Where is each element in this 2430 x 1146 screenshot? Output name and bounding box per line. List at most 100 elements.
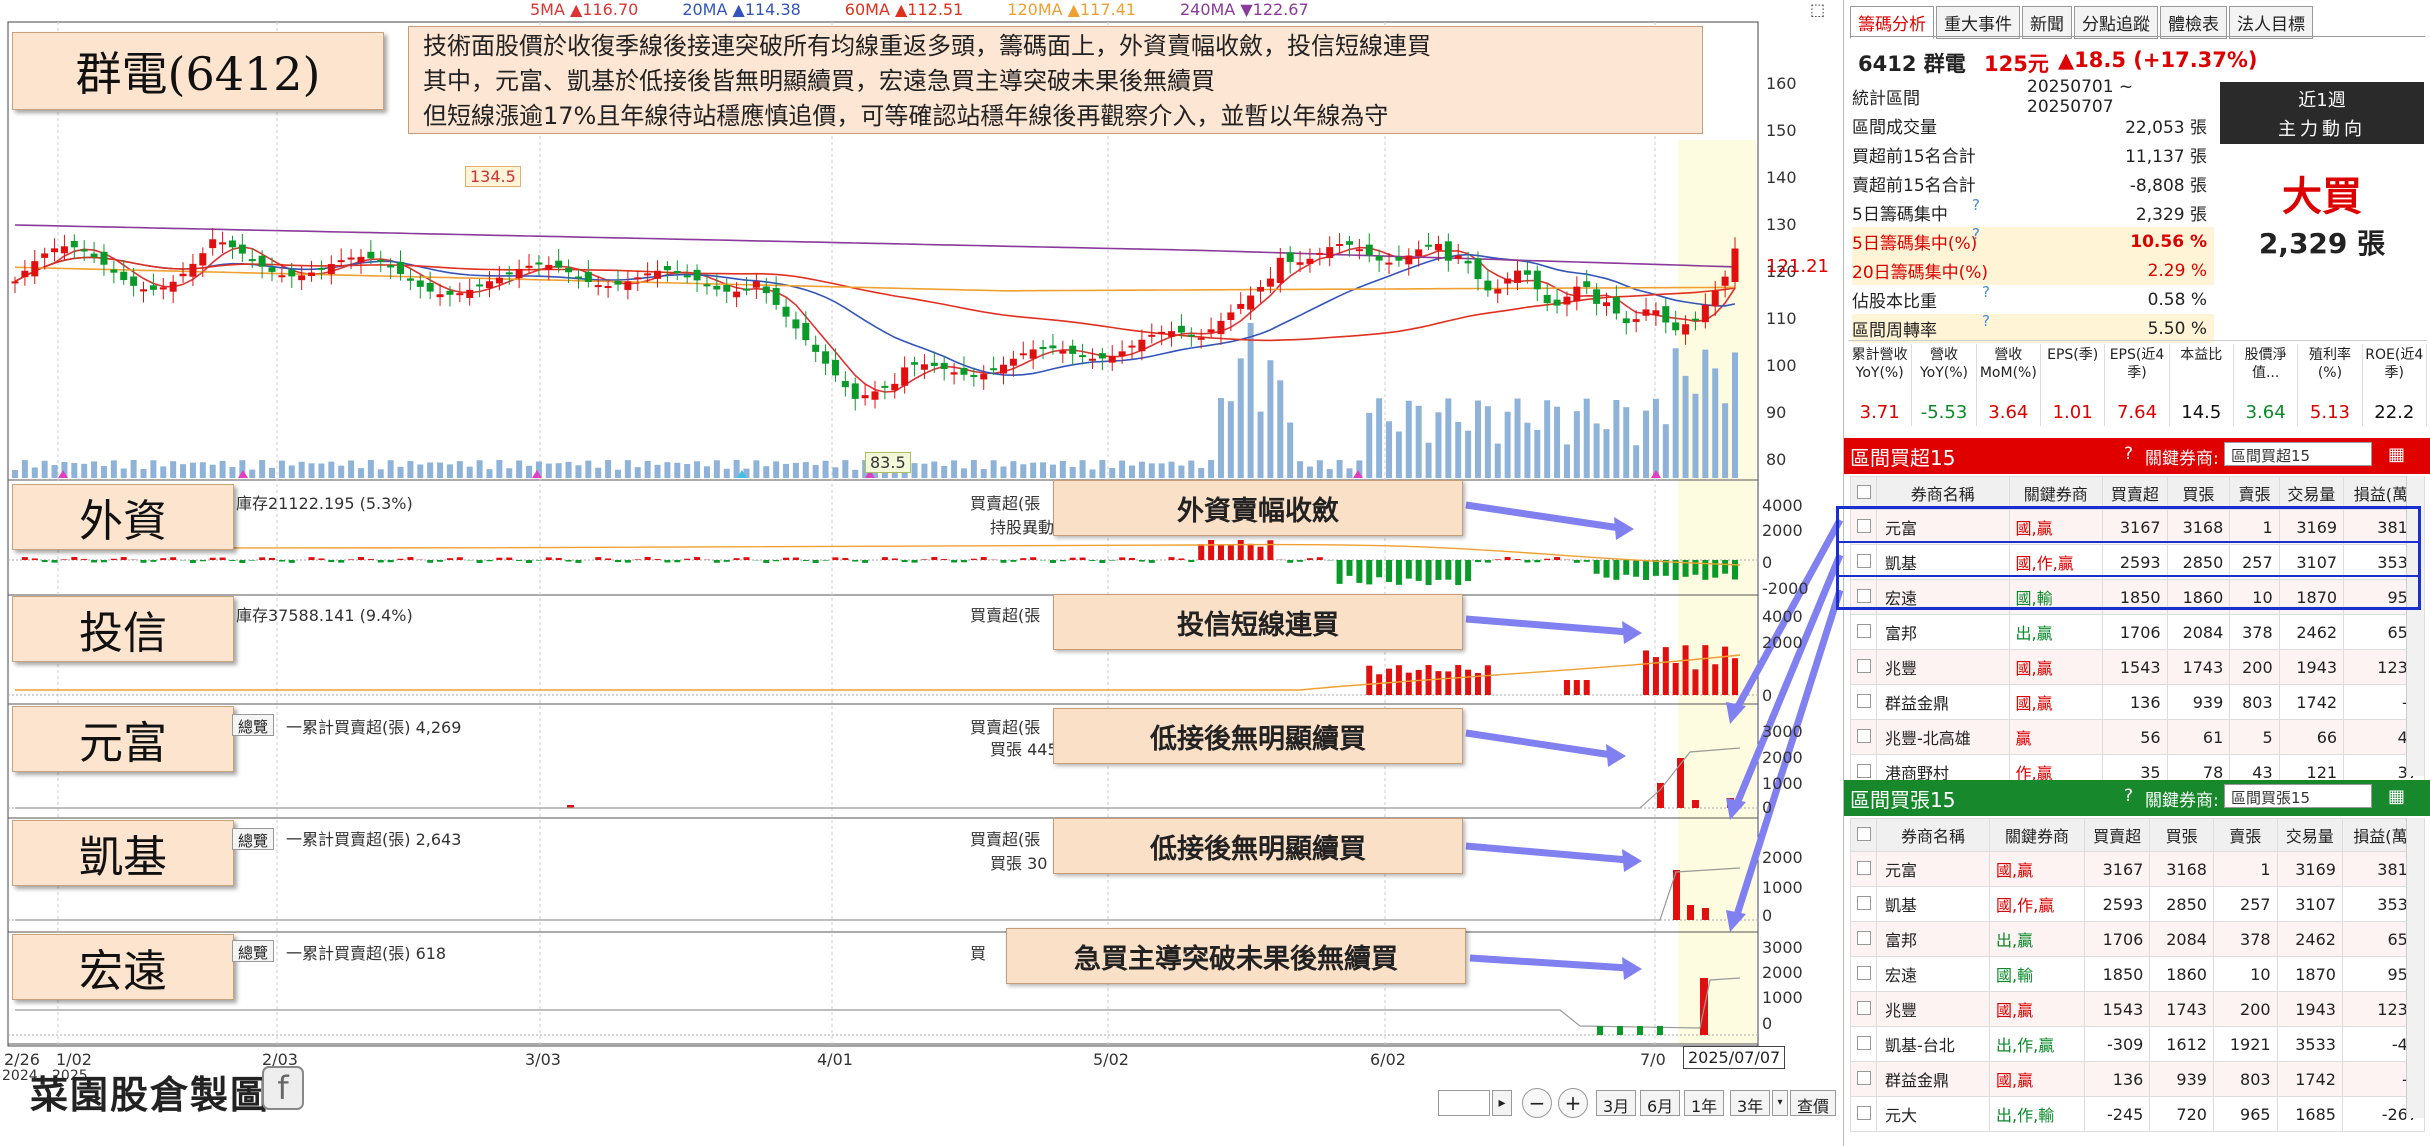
volume-bar — [792, 462, 799, 478]
table-row[interactable]: 富邦 出,贏 1706 2084 378 2462 652 — [1850, 921, 2426, 957]
metric-header: 營收MoM(%) — [1979, 347, 2037, 381]
row-checkbox[interactable] — [1850, 649, 1877, 685]
table-row[interactable]: 元大 出,作,輸 -245 720 965 1685 -267 — [1850, 1096, 2426, 1132]
select-all-checkbox[interactable] — [1850, 818, 1877, 852]
kgi-overview-button[interactable]: 總覽 — [232, 828, 275, 850]
table-row[interactable]: 兆豐-北高雄贏566156649 — [1850, 719, 2425, 755]
yuanfu-overview-button[interactable]: 總覽 — [232, 714, 275, 736]
quote-button[interactable]: 查價 — [1790, 1090, 1837, 1116]
buy-broker-select[interactable]: 區間買超15 — [2224, 442, 2372, 466]
help-icon[interactable]: ? — [1982, 283, 1990, 301]
help-icon[interactable]: ? — [1982, 312, 1990, 330]
help-icon[interactable]: ? — [1972, 225, 1980, 243]
tab-major-events[interactable]: 重大事件 — [1936, 6, 2020, 39]
column-header[interactable]: 買賣超 — [2083, 818, 2151, 852]
date-input[interactable] — [1438, 1090, 1490, 1116]
sell-broker-select[interactable]: 區間買張15 — [2224, 784, 2372, 808]
table-row[interactable]: 群益金鼎國,贏1369398031742-9 — [1850, 684, 2425, 720]
row-checkbox[interactable] — [1850, 956, 1877, 992]
range-3m-button[interactable]: 3月 — [1596, 1090, 1637, 1116]
volume-bar — [1534, 429, 1541, 478]
volume-bar — [1504, 411, 1511, 478]
summary-key: 賣超前15名合計 — [1852, 176, 1976, 196]
column-header[interactable]: 關鍵券商 — [1989, 818, 2085, 852]
row-checkbox[interactable] — [1850, 991, 1877, 1027]
hongyuan-overview-button[interactable]: 總覽 — [232, 940, 275, 962]
foreign-bar — [1544, 558, 1551, 560]
range-3y-button[interactable]: 3年 — [1730, 1090, 1771, 1116]
column-header[interactable]: 買張 — [2166, 476, 2231, 510]
row-checkbox[interactable] — [1850, 1026, 1877, 1062]
candle-body — [871, 391, 879, 400]
summary-key: 買超前15名合計 — [1852, 147, 1976, 167]
candle-body — [901, 367, 909, 386]
candle-body — [466, 289, 474, 298]
foreign-bar — [1415, 560, 1422, 581]
column-header[interactable]: 賣張 — [2212, 818, 2278, 852]
grid-icon[interactable]: ▦ — [2388, 444, 2405, 465]
candle-body — [1187, 334, 1195, 337]
table-row[interactable]: 兆豐 國,贏 1543 1743 200 1943 1238 — [1850, 991, 2426, 1027]
foreign-bar — [654, 559, 661, 560]
row-checkbox[interactable] — [1850, 1096, 1877, 1132]
range-1y-button[interactable]: 1年 — [1684, 1090, 1725, 1116]
table-row[interactable]: 元富 國,贏 3167 3168 1 3169 3817 — [1850, 851, 2426, 887]
help-icon[interactable]: ? — [1972, 196, 1980, 214]
column-header[interactable]: 買賣超 — [2102, 476, 2168, 510]
tab-target-price[interactable]: 法人目標 — [2229, 6, 2313, 39]
candle-body — [733, 291, 741, 298]
foreign-bar — [1593, 560, 1600, 574]
play-icon[interactable]: ▸ — [1492, 1090, 1512, 1116]
select-all-checkbox[interactable] — [1850, 476, 1877, 510]
zoom-in-icon[interactable]: + — [1558, 1088, 1588, 1118]
candle-body — [357, 256, 365, 263]
buy-cell: 1612 — [2149, 1026, 2214, 1062]
tab-broker-tracking[interactable]: 分點追蹤 — [2074, 6, 2158, 39]
table-row[interactable]: 兆豐 國,贏 1543 1743 200 1943 1238 — [1850, 649, 2425, 685]
candle-body — [446, 290, 454, 295]
metric-header: 累計營收YoY(%) — [1851, 347, 1908, 381]
tab-chip-analysis[interactable]: 籌碼分析 — [1850, 6, 1934, 39]
row-checkbox[interactable] — [1850, 851, 1877, 887]
foreign-bar — [1395, 560, 1402, 585]
row-checkbox[interactable] — [1850, 1061, 1877, 1097]
table-row[interactable]: 凱基 國,作,贏 2593 2850 257 3107 3535 — [1850, 886, 2426, 922]
volume-bar — [1188, 460, 1195, 478]
row-checkbox[interactable] — [1850, 684, 1877, 720]
sell-scrollbar[interactable] — [2406, 818, 2424, 1118]
grid-icon[interactable]: ▦ — [2388, 786, 2405, 807]
column-header[interactable]: 賣張 — [2229, 476, 2280, 510]
tab-health-check[interactable]: 體檢表 — [2160, 6, 2227, 39]
column-header[interactable]: 交易量 — [2276, 818, 2343, 852]
foreign-bar — [822, 560, 829, 561]
table-row[interactable]: 宏遠 國,輸 1850 1860 10 1870 958 — [1850, 956, 2426, 992]
metric-value: 3.64 — [1988, 402, 2029, 423]
table-row[interactable]: 群益金鼎國,贏1369398031742-9 — [1850, 1061, 2426, 1097]
broker-tag-cell: 國,輸 — [1989, 956, 2085, 992]
column-header[interactable]: 券商名稱 — [1876, 476, 2010, 510]
row-checkbox[interactable] — [1850, 921, 1877, 957]
candle-body — [436, 294, 444, 298]
column-header[interactable]: 買張 — [2149, 818, 2214, 852]
table-row[interactable]: 富邦 出,贏 1706 2084 378 2462 652 — [1850, 614, 2425, 650]
ma-legend-5: 5MA ▲116.70 — [530, 0, 639, 19]
range-6m-button[interactable]: 6月 — [1640, 1090, 1681, 1116]
row-checkbox[interactable] — [1850, 886, 1877, 922]
tab-news[interactable]: 新聞 — [2022, 6, 2072, 39]
column-header[interactable]: 關鍵券商 — [2008, 476, 2104, 510]
row-checkbox[interactable] — [1850, 614, 1877, 650]
panel-label-yuanfu-text: 元富 — [79, 718, 167, 769]
range-dropdown-icon[interactable]: ▾ — [1772, 1090, 1788, 1116]
help-icon[interactable]: ? — [2124, 444, 2133, 464]
zoom-out-icon[interactable]: − — [1522, 1088, 1552, 1118]
table-row[interactable]: 凱基-台北 出,作,贏 -309 1612 1921 3533 -48 — [1850, 1026, 2426, 1062]
app-window: 群電(6412) 技術面股價於收復季線後接連突破所有均線重返多頭，籌碼面上，外資… — [0, 0, 2430, 1146]
volume-bar — [199, 462, 206, 478]
metrics-table: 累計營收YoY(%) 3.71 營收YoY(%) -5.53 營收MoM(%) 3.64 E… — [1848, 344, 2427, 426]
axis-tick: 4000 — [1762, 496, 1803, 515]
help-icon[interactable]: ? — [2124, 786, 2133, 806]
column-header[interactable]: 券商名稱 — [1875, 818, 1991, 852]
candle-body — [1701, 304, 1709, 323]
column-header[interactable]: 交易量 — [2278, 476, 2345, 510]
row-checkbox[interactable] — [1850, 719, 1877, 755]
